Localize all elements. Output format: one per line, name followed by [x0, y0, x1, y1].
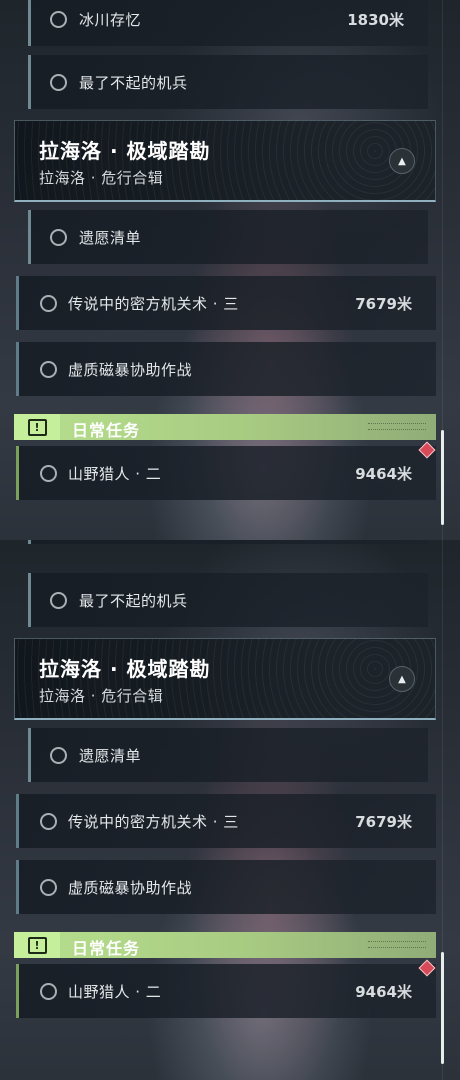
task-label: 虚质磁暴协助作战 [68, 360, 193, 379]
task-radio-icon[interactable] [50, 746, 67, 764]
task-radio-icon[interactable] [50, 228, 67, 246]
task-magnetic-storm[interactable]: 虚质磁暴协助作战 [16, 860, 436, 914]
task-legend-mechanism[interactable]: 传说中的密方机关术 · 三 7679米 [16, 276, 436, 330]
task-radio-icon[interactable] [50, 73, 67, 91]
task-label: 虚质磁暴协助作战 [68, 878, 193, 897]
task-label: 遗愿清单 [79, 228, 142, 247]
task-radio-icon[interactable] [40, 464, 57, 482]
row-accent-bar [16, 860, 19, 914]
task-legend-mechanism[interactable]: 传说中的密方机关术 · 三 7679米 [16, 794, 436, 848]
task-radio-icon[interactable] [40, 294, 57, 312]
scrollbar-thumb[interactable] [441, 952, 444, 1064]
region-subtitle: 拉海洛 · 危行合辑 [39, 169, 164, 187]
task-greatest-mech[interactable]: 最了不起的机兵 [28, 55, 428, 109]
collapse-arrow-icon[interactable]: ▲ [389, 148, 415, 174]
task-label: 遗愿清单 [79, 746, 142, 765]
task-glacier-memory[interactable]: 冰川存忆 1830米 [28, 0, 428, 46]
header-decoration [368, 941, 426, 948]
task-radio-icon[interactable] [40, 812, 57, 830]
row-accent-bar [16, 276, 19, 330]
row-accent-bar [28, 728, 31, 782]
daily-tasks-header[interactable]: ! 日常任务 [14, 414, 436, 440]
region-title: 拉海洛 · 极域踏勘 [39, 139, 211, 163]
task-radio-icon[interactable] [40, 982, 57, 1000]
alert-box-icon: ! [14, 414, 60, 440]
task-greatest-mech[interactable]: 最了不起的机兵 [28, 573, 428, 627]
task-radio-icon[interactable] [40, 878, 57, 896]
task-label: 最了不起的机兵 [79, 591, 188, 610]
region-subtitle: 拉海洛 · 危行合辑 [39, 687, 164, 705]
row-accent-bar [16, 964, 19, 1018]
header-decoration [368, 423, 426, 430]
task-radio-icon[interactable] [40, 360, 57, 378]
task-label: 山野猎人 · 二 [68, 464, 162, 483]
task-distance: 7679米 [355, 812, 412, 831]
region-title: 拉海洛 · 极域踏勘 [39, 657, 211, 681]
daily-tasks-header[interactable]: ! 日常任务 [14, 932, 436, 958]
row-accent-bar [28, 0, 31, 46]
task-radio-icon[interactable] [50, 591, 67, 609]
task-label: 传说中的密方机关术 · 三 [68, 294, 239, 313]
row-accent-bar [16, 342, 19, 396]
task-label: 传说中的密方机关术 · 三 [68, 812, 239, 831]
quest-panel-bottom: 最了不起的机兵 拉海洛 · 极域踏勘 拉海洛 · 危行合辑 ▲ 遗愿清单 传说中… [0, 540, 460, 1080]
task-distance: 9464米 [355, 464, 412, 483]
region-header[interactable]: 拉海洛 · 极域踏勘 拉海洛 · 危行合辑 ▲ [14, 638, 436, 720]
task-label: 最了不起的机兵 [79, 73, 188, 92]
collapse-arrow-icon[interactable]: ▲ [389, 666, 415, 692]
daily-tasks-title: 日常任务 [72, 421, 141, 440]
task-wishlist[interactable]: 遗愿清单 [28, 728, 428, 782]
task-mountain-hunter[interactable]: 山野猎人 · 二 9464米 [16, 964, 436, 1018]
task-distance: 9464米 [355, 982, 412, 1001]
task-wishlist[interactable]: 遗愿清单 [28, 210, 428, 264]
task-label: 山野猎人 · 二 [68, 982, 162, 1001]
task-distance: 1830米 [347, 10, 404, 29]
task-label: 冰川存忆 [79, 10, 142, 29]
alert-box-icon: ! [14, 932, 60, 958]
row-accent-bar [16, 446, 19, 500]
task-radio-icon[interactable] [50, 10, 67, 28]
task-distance: 7679米 [355, 294, 412, 313]
row-accent-bar [28, 540, 31, 544]
region-header[interactable]: 拉海洛 · 极域踏勘 拉海洛 · 危行合辑 ▲ [14, 120, 436, 202]
row-accent-bar [28, 573, 31, 627]
row-accent-bar [28, 55, 31, 109]
daily-tasks-title: 日常任务 [72, 939, 141, 958]
task-glacier-memory[interactable] [28, 540, 428, 544]
quest-panel-top: 冰川存忆 1830米 最了不起的机兵 拉海洛 · 极域踏勘 拉海洛 · 危行合辑… [0, 0, 460, 540]
row-accent-bar [28, 210, 31, 264]
task-magnetic-storm[interactable]: 虚质磁暴协助作战 [16, 342, 436, 396]
task-mountain-hunter[interactable]: 山野猎人 · 二 9464米 [16, 446, 436, 500]
scrollbar-thumb[interactable] [441, 430, 444, 525]
row-accent-bar [16, 794, 19, 848]
